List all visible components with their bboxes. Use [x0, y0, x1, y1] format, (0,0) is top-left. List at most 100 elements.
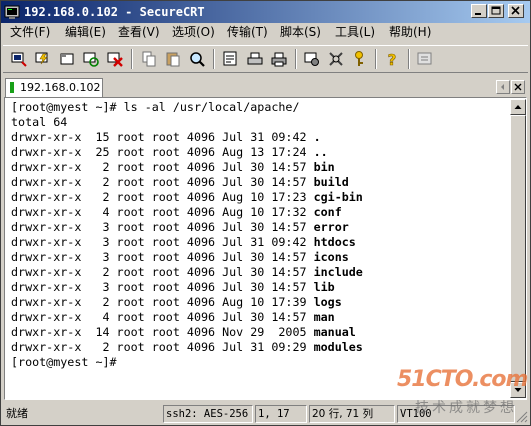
- listing-row: drwxr-xr-x 25 root root 4096 Aug 13 17:2…: [11, 145, 328, 160]
- close-button[interactable]: [508, 4, 524, 18]
- listing-meta: drwxr-xr-x 3 root root 4096 Jul 30 14:57: [11, 220, 314, 234]
- listing-meta: drwxr-xr-x 3 root root 4096 Jul 31 09:42: [11, 235, 314, 249]
- listing-meta: drwxr-xr-x 14 root root 4096 Nov 29 2005: [11, 325, 314, 339]
- maximize-button[interactable]: [488, 4, 504, 18]
- terminal-area[interactable]: [root@myest ~]# ls -al /usr/local/apache…: [6, 99, 509, 398]
- listing-name: manual: [313, 325, 356, 339]
- listing-row: drwxr-xr-x 14 root root 4096 Nov 29 2005…: [11, 325, 356, 340]
- minimize-icon: [475, 13, 481, 15]
- prompt-line: [root@myest ~]#: [11, 355, 117, 369]
- close-tab-icon: [514, 83, 522, 91]
- tab-scroll-left-button[interactable]: [496, 80, 510, 94]
- listing-row: drwxr-xr-x 15 root root 4096 Jul 31 09:4…: [11, 130, 321, 145]
- log-session-icon[interactable]: [222, 50, 240, 68]
- listing-row: drwxr-xr-x 2 root root 4096 Jul 30 14:57…: [11, 160, 335, 175]
- toolbar-separator: [408, 49, 410, 69]
- scroll-thumb[interactable]: [510, 115, 526, 382]
- disconnect-icon[interactable]: [106, 50, 124, 68]
- securecrt-window: 192.168.0.102 - SecureCRT 文件(F) 编辑(E) 查看…: [0, 0, 531, 426]
- connect-in-tab-icon[interactable]: [58, 50, 76, 68]
- print-icon[interactable]: [270, 50, 288, 68]
- copy-icon[interactable]: [140, 50, 158, 68]
- menu-view[interactable]: 查看(V): [118, 25, 160, 40]
- listing-name: build: [313, 175, 349, 189]
- close-icon: [511, 6, 520, 15]
- menu-script[interactable]: 脚本(S): [280, 25, 321, 40]
- listing-meta: drwxr-xr-x 2 root root 4096 Aug 10 17:39: [11, 295, 314, 309]
- listing-row: drwxr-xr-x 3 root root 4096 Jul 31 09:42…: [11, 235, 356, 250]
- listing-row: drwxr-xr-x 2 root root 4096 Jul 31 09:29…: [11, 340, 363, 355]
- status-size: 20 行, 71 列: [309, 405, 395, 423]
- toolbar-separator: [295, 49, 297, 69]
- listing-row: drwxr-xr-x 2 root root 4096 Aug 10 17:23…: [11, 190, 363, 205]
- arrow-up-icon: [514, 105, 522, 109]
- listing-row: drwxr-xr-x 4 root root 4096 Aug 10 17:32…: [11, 205, 342, 220]
- listing-row: drwxr-xr-x 2 root root 4096 Jul 30 14:57…: [11, 175, 349, 190]
- watermark-slogan: 技术成就梦想: [415, 400, 517, 416]
- vertical-scrollbar[interactable]: [510, 99, 526, 398]
- menu-help[interactable]: 帮助(H): [389, 25, 431, 40]
- listing-name: bin: [313, 160, 335, 174]
- tab-label: 192.168.0.102: [20, 81, 101, 94]
- listing-name: logs: [313, 295, 342, 309]
- status-protocol: ssh2: AES-256: [163, 405, 253, 423]
- svg-text:?: ?: [388, 51, 397, 68]
- listing-row: drwxr-xr-x 3 root root 4096 Jul 30 14:57…: [11, 220, 349, 235]
- resize-grip-icon[interactable]: [516, 411, 528, 423]
- listing-meta: drwxr-xr-x 2 root root 4096 Jul 31 09:29: [11, 340, 314, 354]
- session-tab-strip: 192.168.0.102: [1, 76, 530, 97]
- toolbar-separator: [213, 49, 215, 69]
- listing-name: .: [313, 130, 321, 144]
- toolbar: ?: [3, 45, 528, 73]
- listing-name: icons: [313, 250, 349, 264]
- watermark-logo: 51CTO.com: [397, 367, 528, 392]
- global-options-icon[interactable]: [327, 50, 345, 68]
- scroll-up-button[interactable]: [510, 99, 526, 115]
- paste-icon[interactable]: [164, 50, 182, 68]
- keymap-icon[interactable]: [350, 50, 368, 68]
- listing-meta: drwxr-xr-x 4 root root 4096 Jul 30 14:57: [11, 310, 314, 324]
- session-tab[interactable]: 192.168.0.102: [5, 78, 103, 97]
- find-icon[interactable]: [188, 50, 206, 68]
- connect-icon[interactable]: [10, 50, 28, 68]
- toolbar-separator: [375, 49, 377, 69]
- listing-meta: drwxr-xr-x 25 root root 4096 Aug 13 17:2…: [11, 145, 314, 159]
- command-line: [root@myest ~]# ls -al /usr/local/apache…: [11, 100, 300, 114]
- help-icon[interactable]: ?: [383, 50, 401, 68]
- menu-edit[interactable]: 编辑(E): [65, 25, 106, 40]
- listing-meta: drwxr-xr-x 3 root root 4096 Jul 30 14:57: [11, 280, 314, 294]
- securecrt-app-icon: [4, 5, 20, 19]
- tab-status-marker: [10, 82, 14, 93]
- chevron-left-icon: [501, 84, 504, 90]
- listing-name: ..: [313, 145, 328, 159]
- listing-name: error: [313, 220, 349, 234]
- status-cursor: 1, 17: [255, 405, 307, 423]
- total-line: total 64: [11, 115, 68, 129]
- listing-name: modules: [313, 340, 363, 354]
- listing-name: cgi-bin: [313, 190, 363, 204]
- listing-name: lib: [313, 280, 335, 294]
- listing-row: drwxr-xr-x 2 root root 4096 Aug 10 17:39…: [11, 295, 342, 310]
- listing-row: drwxr-xr-x 3 root root 4096 Jul 30 14:57…: [11, 280, 335, 295]
- menu-file[interactable]: 文件(F): [10, 25, 50, 40]
- listing-row: drwxr-xr-x 2 root root 4096 Jul 30 14:57…: [11, 265, 363, 280]
- minimize-button[interactable]: [471, 4, 487, 18]
- listing-meta: drwxr-xr-x 2 root root 4096 Aug 10 17:23: [11, 190, 314, 204]
- title-bar[interactable]: 192.168.0.102 - SecureCRT: [1, 1, 530, 23]
- maximize-icon: [491, 6, 501, 15]
- session-options-icon[interactable]: [303, 50, 321, 68]
- reconnect-icon[interactable]: [82, 50, 100, 68]
- listing-meta: drwxr-xr-x 3 root root 4096 Jul 30 14:57: [11, 250, 314, 264]
- terminal-frame: [root@myest ~]# ls -al /usr/local/apache…: [4, 97, 527, 400]
- menu-options[interactable]: 选项(O): [172, 25, 215, 40]
- menu-transfer[interactable]: 传输(T): [227, 25, 268, 40]
- quick-connect-icon[interactable]: [34, 50, 52, 68]
- menu-tools[interactable]: 工具(L): [335, 25, 375, 40]
- toolbar-separator: [131, 49, 133, 69]
- listing-meta: drwxr-xr-x 2 root root 4096 Jul 30 14:57: [11, 265, 314, 279]
- sftp-icon[interactable]: [416, 50, 434, 68]
- print-setup-icon[interactable]: [246, 50, 264, 68]
- menu-bar: 文件(F) 编辑(E) 查看(V) 选项(O) 传输(T) 脚本(S) 工具(L…: [1, 23, 530, 42]
- close-tab-button[interactable]: [511, 80, 525, 94]
- window-title: 192.168.0.102 - SecureCRT: [24, 5, 205, 19]
